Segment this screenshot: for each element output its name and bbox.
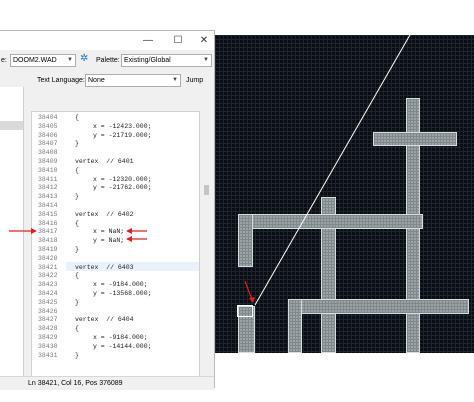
background-bottom (215, 353, 474, 402)
map-viewport[interactable] (215, 35, 474, 353)
red-arrow-left-head (31, 228, 37, 234)
annotation-arrows (9, 228, 147, 242)
red-arrow-x-head (126, 228, 132, 234)
map-overlay (244, 35, 411, 306)
bad-linedef (254, 35, 411, 306)
red-arrow-y-head (126, 236, 132, 242)
background-top (215, 0, 474, 35)
red-arrow-map-head (249, 297, 255, 303)
red-arrow-map (244, 280, 253, 301)
